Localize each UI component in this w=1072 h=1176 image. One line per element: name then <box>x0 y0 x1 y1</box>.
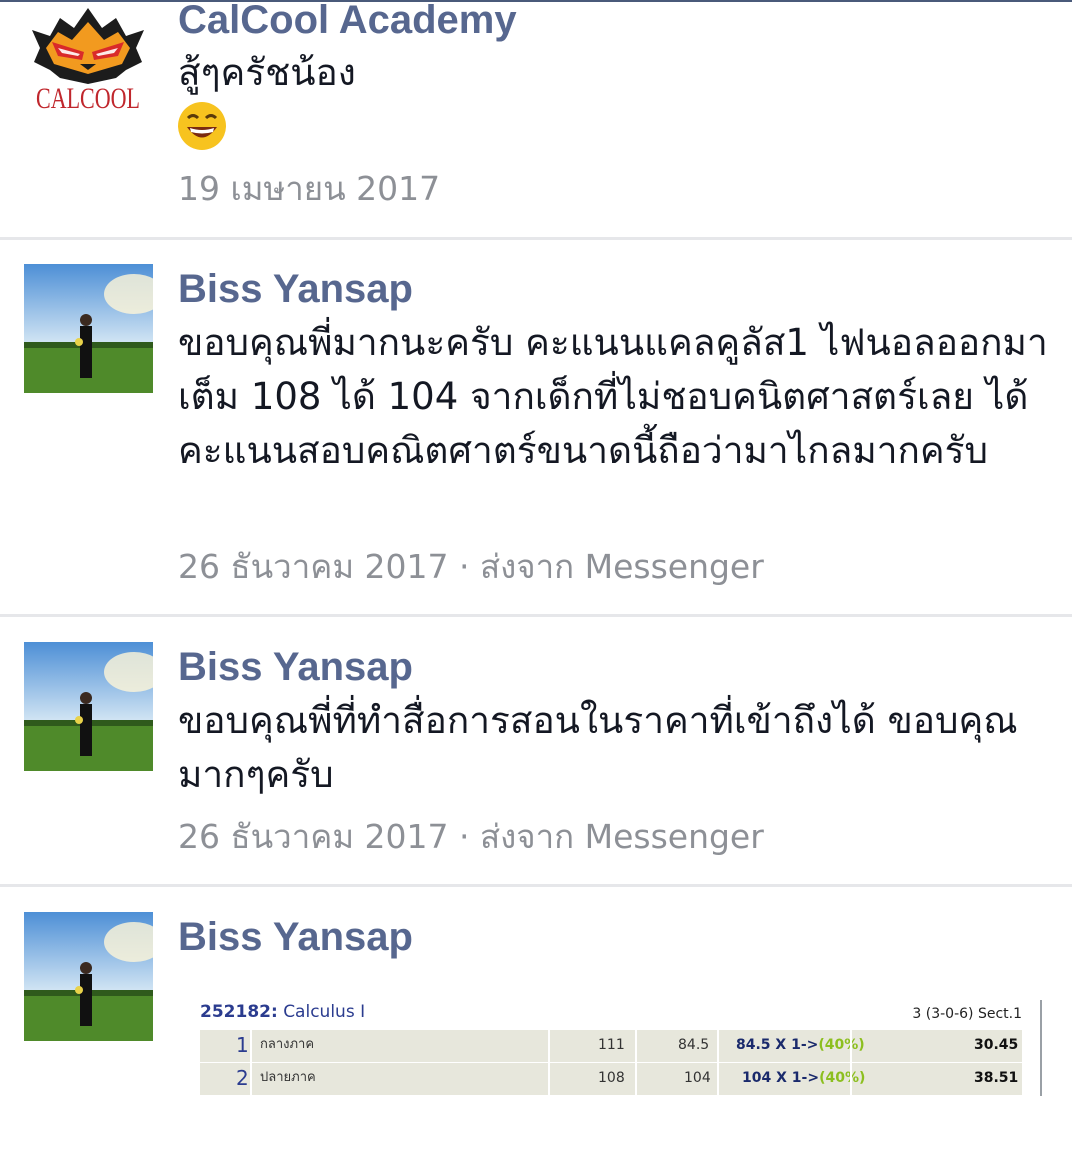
grinning-face-icon <box>176 100 228 152</box>
course-code: 252182: <box>200 1002 278 1022</box>
commenter-name[interactable]: CalCool Academy <box>178 0 517 44</box>
calc-formula: 84.5 X 1->(40%) <box>736 1030 865 1062</box>
commenter-name[interactable]: Biss Yansap <box>178 643 413 691</box>
avatar[interactable] <box>24 264 153 393</box>
tiger-mask-icon: CALCOOL <box>32 8 144 115</box>
divider <box>0 237 1072 240</box>
table-row: 2 ปลายภาค 108 104 104 X 1->(40%) 38.51 <box>200 1063 1022 1095</box>
calc-text: 84.5 X 1-> <box>736 1037 819 1053</box>
comment-text: สู้ๆครัชน้อง <box>178 51 356 94</box>
calc-formula: 104 X 1->(40%) <box>742 1063 865 1095</box>
divider <box>1040 1000 1042 1096</box>
avatar[interactable] <box>24 912 153 1041</box>
comment-meta: 26 ธันวาคม 2017 · ส่งจาก Messenger <box>178 817 764 856</box>
avatar[interactable] <box>24 642 153 771</box>
top-border <box>0 0 1072 2</box>
row-number: 1 <box>236 1033 249 1057</box>
weight-percent: (40%) <box>818 1037 865 1053</box>
divider <box>0 614 1072 617</box>
credit-info: 3 (3-0-6) Sect.1 <box>912 1006 1022 1022</box>
table-row: 1 กลางภาค 111 84.5 84.5 X 1->(40%) 30.45 <box>200 1030 1022 1062</box>
exam-type: กลางภาค <box>260 1037 315 1052</box>
course-name: Calculus I <box>283 1002 366 1022</box>
comment-text: ขอบคุณพี่ที่ทำสื่อการสอนในราคาที่เข้าถึง… <box>178 699 1018 796</box>
exam-type: ปลายภาค <box>260 1070 316 1085</box>
commenter-name[interactable]: Biss Yansap <box>178 265 413 313</box>
course-title: 252182: Calculus I <box>200 1002 365 1022</box>
divider <box>0 884 1072 887</box>
raw-score: 104 <box>684 1070 711 1086</box>
raw-score: 84.5 <box>678 1037 710 1053</box>
weighted-score: 38.51 <box>974 1070 1019 1086</box>
commenter-name[interactable]: Biss Yansap <box>178 913 413 961</box>
calcool-logo-text: CALCOOL <box>36 82 140 114</box>
comment-meta: 26 ธันวาคม 2017 · ส่งจาก Messenger <box>178 547 764 586</box>
full-score: 108 <box>598 1070 625 1086</box>
weight-percent: (40%) <box>819 1070 866 1086</box>
full-score: 111 <box>598 1037 625 1053</box>
comment-text: ขอบคุณพี่มากนะครับ คะแนนแคลคูลัส1 ไฟนอลอ… <box>178 321 1048 472</box>
comment-date: 19 เมษายน 2017 <box>178 169 441 208</box>
row-number: 2 <box>236 1066 249 1090</box>
calcool-logo[interactable]: CALCOOL <box>24 4 153 133</box>
calc-text: 104 X 1-> <box>742 1070 820 1086</box>
weighted-score: 30.45 <box>974 1037 1019 1053</box>
grade-screenshot[interactable]: 252182: Calculus I 3 (3-0-6) Sect.1 1 กล… <box>200 1000 1042 1096</box>
